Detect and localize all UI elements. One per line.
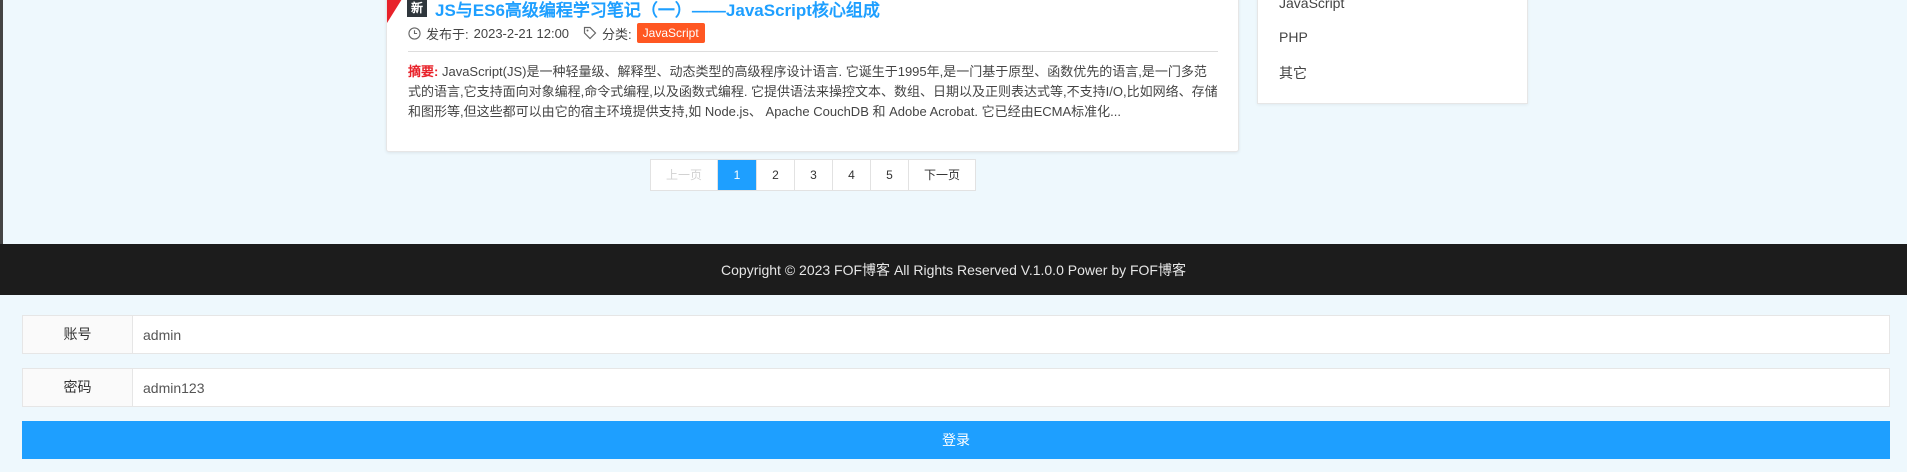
site-footer: Copyright © 2023 FOF博客 All Rights Reserv… — [0, 244, 1907, 295]
article-title-link[interactable]: JS与ES6高级编程学习笔记（一）——JavaScript核心组成 — [435, 0, 880, 21]
summary-text: JavaScript(JS)是一种轻量级、解释型、动态类型的高级程序设计语言. … — [408, 64, 1218, 119]
category-label: 分类: — [602, 26, 632, 42]
sidebar-item-other[interactable]: 其它 — [1279, 63, 1307, 83]
meta-divider — [408, 51, 1218, 52]
sidebar-item-php[interactable]: PHP — [1279, 29, 1308, 45]
pagination: 上一页 1 2 3 4 5 下一页 — [650, 159, 976, 191]
copyright-text: Copyright © 2023 FOF博客 All Rights Reserv… — [721, 261, 1186, 278]
left-edge-bar — [0, 0, 3, 244]
article-title-row: 新 JS与ES6高级编程学习笔记（一）——JavaScript核心组成 — [407, 0, 880, 21]
sidebar-item-javascript[interactable]: JavaScript — [1279, 0, 1344, 11]
category-badge[interactable]: JavaScript — [636, 23, 705, 43]
login-button[interactable]: 登录 — [22, 421, 1890, 459]
new-corner-ribbon — [387, 0, 407, 23]
category-sidebar: JavaScript PHP 其它 — [1257, 0, 1528, 104]
prev-page-button[interactable]: 上一页 — [651, 160, 717, 190]
new-badge: 新 — [407, 0, 427, 17]
article-meta: 发布于: 2023-2-21 12:00 分类: JavaScript — [408, 21, 705, 45]
page-4-button[interactable]: 4 — [832, 160, 870, 190]
password-label: 密码 — [23, 369, 133, 406]
password-row: 密码 — [22, 368, 1890, 407]
account-row: 账号 — [22, 315, 1890, 354]
article-card: 新 JS与ES6高级编程学习笔记（一）——JavaScript核心组成 发布于:… — [386, 0, 1239, 152]
account-label: 账号 — [23, 316, 133, 353]
page-2-button[interactable]: 2 — [756, 160, 794, 190]
clock-icon — [408, 26, 421, 40]
next-page-button[interactable]: 下一页 — [908, 160, 975, 190]
account-input[interactable] — [133, 316, 1889, 353]
password-input[interactable] — [133, 369, 1889, 406]
tag-icon — [583, 26, 597, 40]
page-5-button[interactable]: 5 — [870, 160, 908, 190]
summary-label: 摘要: — [408, 64, 439, 79]
page-3-button[interactable]: 3 — [794, 160, 832, 190]
published-date: 2023-2-21 12:00 — [473, 25, 570, 41]
article-summary: 摘要: JavaScript(JS)是一种轻量级、解释型、动态类型的高级程序设计… — [408, 62, 1218, 122]
published-label: 发布于: — [426, 26, 469, 42]
page-1-button[interactable]: 1 — [717, 160, 756, 190]
